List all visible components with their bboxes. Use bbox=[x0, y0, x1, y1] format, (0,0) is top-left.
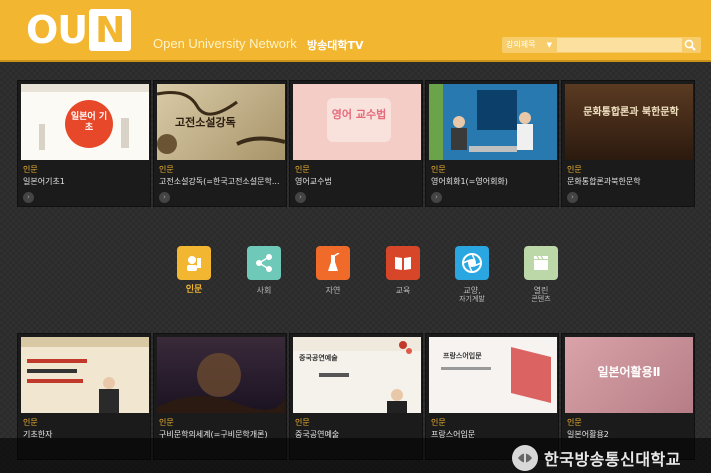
header-bar: OU N Open University Network 방송대학TV 강의제목 … bbox=[0, 0, 711, 62]
category-humanities[interactable]: 인문 bbox=[176, 246, 212, 295]
search-type-label: 강의제목 bbox=[506, 40, 536, 49]
search-bar: 강의제목 ▼ bbox=[502, 37, 701, 53]
category-label: 인문 bbox=[185, 285, 203, 295]
search-type-select[interactable]: 강의제목 ▼ bbox=[504, 38, 554, 52]
category-label: 자연 bbox=[325, 286, 341, 295]
search-input[interactable] bbox=[557, 38, 682, 52]
card-title: 영어교수법 bbox=[295, 177, 332, 186]
course-card[interactable]: 일본어 기초 인문 일본어기초1 › bbox=[17, 80, 151, 207]
thumb-text: 일본어 기초 bbox=[70, 112, 108, 133]
clapper-icon bbox=[524, 246, 558, 280]
card-category: 인문 bbox=[431, 418, 446, 427]
card-title: 영어회화1(=영어회화) bbox=[431, 177, 508, 186]
arrow-right-icon[interactable]: › bbox=[295, 192, 306, 203]
arrow-right-icon[interactable]: › bbox=[567, 192, 578, 203]
category-open-content[interactable]: 열린 콘텐츠 bbox=[523, 246, 559, 304]
course-thumbnail: 일본어활용Ⅱ bbox=[565, 337, 693, 413]
card-category: 인문 bbox=[295, 165, 310, 174]
arrow-right-icon[interactable]: › bbox=[431, 192, 442, 203]
course-thumbnail bbox=[157, 337, 285, 413]
oun-logo[interactable]: OU N bbox=[26, 8, 132, 52]
category-label-main: 열린 bbox=[533, 286, 549, 295]
card-category: 인문 bbox=[567, 418, 582, 427]
logo-n-block: N bbox=[89, 9, 132, 51]
course-thumbnail: 일본어 기초 bbox=[21, 84, 149, 160]
category-nav: 인문 사회 자연 교육 교양, 자기계발 열린 콘텐츠 bbox=[176, 246, 576, 308]
course-card[interactable]: 문화통합론과 북한문학 인문 문화통합론과북한문학 › bbox=[561, 80, 695, 207]
course-thumbnail: 문화통합론과 북한문학 bbox=[565, 84, 693, 160]
card-category: 인문 bbox=[431, 165, 446, 174]
university-name: 한국방송통신대학교 bbox=[544, 450, 681, 469]
card-category: 인문 bbox=[23, 418, 38, 427]
thumb-text: 문화통합론과 북한문학 bbox=[583, 107, 679, 118]
flask-icon bbox=[316, 246, 350, 280]
share-icon bbox=[247, 246, 281, 280]
category-label-sub: 자기계발 bbox=[459, 295, 485, 303]
tv-title: 방송대학TV bbox=[307, 39, 364, 52]
course-thumbnail: 영어 교수법 bbox=[293, 84, 421, 160]
course-thumbnail: 고전소설강독 bbox=[157, 84, 285, 160]
card-category: 인문 bbox=[23, 165, 38, 174]
thumb-text: 프랑스어입문 bbox=[443, 352, 482, 360]
category-education[interactable]: 교육 bbox=[385, 246, 421, 295]
arrow-right-icon[interactable]: › bbox=[23, 192, 34, 203]
book-icon bbox=[386, 246, 420, 280]
arrow-right-icon[interactable]: › bbox=[159, 192, 170, 203]
card-category: 인문 bbox=[159, 165, 174, 174]
thumb-text: 중국공연예술 bbox=[299, 354, 338, 362]
course-card[interactable]: 영어 교수법 인문 영어교수법 › bbox=[289, 80, 423, 207]
thumb-text: 일본어활용Ⅱ bbox=[597, 365, 661, 379]
course-thumbnail: 중국공연예술 bbox=[293, 337, 421, 413]
card-title: 고전소설강독(=한국고전소설문학... bbox=[159, 177, 280, 186]
logo-text: OU bbox=[26, 8, 88, 52]
category-label-main: 교양, bbox=[463, 286, 481, 295]
category-label: 교육 bbox=[395, 286, 411, 295]
chevron-down-icon: ▼ bbox=[546, 41, 552, 49]
course-thumbnail bbox=[429, 84, 557, 160]
card-category: 인문 bbox=[295, 418, 310, 427]
category-label: 교양, 자기계발 bbox=[454, 286, 490, 304]
course-thumbnail bbox=[21, 337, 149, 413]
course-card[interactable]: 고전소설강독 인문 고전소설강독(=한국고전소설문학... › bbox=[153, 80, 287, 207]
search-icon[interactable] bbox=[683, 38, 697, 52]
person-icon bbox=[177, 246, 211, 280]
category-social[interactable]: 사회 bbox=[246, 246, 282, 295]
aperture-icon bbox=[455, 246, 489, 280]
card-title: 문화통합론과북한문학 bbox=[567, 177, 641, 186]
card-category: 인문 bbox=[567, 165, 582, 174]
course-card[interactable]: 인문 영어회화1(=영어회화) › bbox=[425, 80, 559, 207]
category-nature[interactable]: 자연 bbox=[315, 246, 351, 295]
thumb-text: 고전소설강독 bbox=[175, 116, 236, 129]
university-emblem-icon bbox=[512, 445, 538, 471]
category-label: 사회 bbox=[256, 286, 272, 295]
thumb-text: 영어 교수법 bbox=[331, 108, 387, 121]
card-title: 일본어기초1 bbox=[23, 177, 65, 186]
course-thumbnail: 프랑스어입문 bbox=[429, 337, 557, 413]
category-label-sub: 콘텐츠 bbox=[531, 295, 551, 303]
card-category: 인문 bbox=[159, 418, 174, 427]
category-label: 열린 콘텐츠 bbox=[523, 286, 559, 304]
category-culture[interactable]: 교양, 자기계발 bbox=[454, 246, 490, 304]
network-title: Open University Network bbox=[153, 36, 297, 51]
